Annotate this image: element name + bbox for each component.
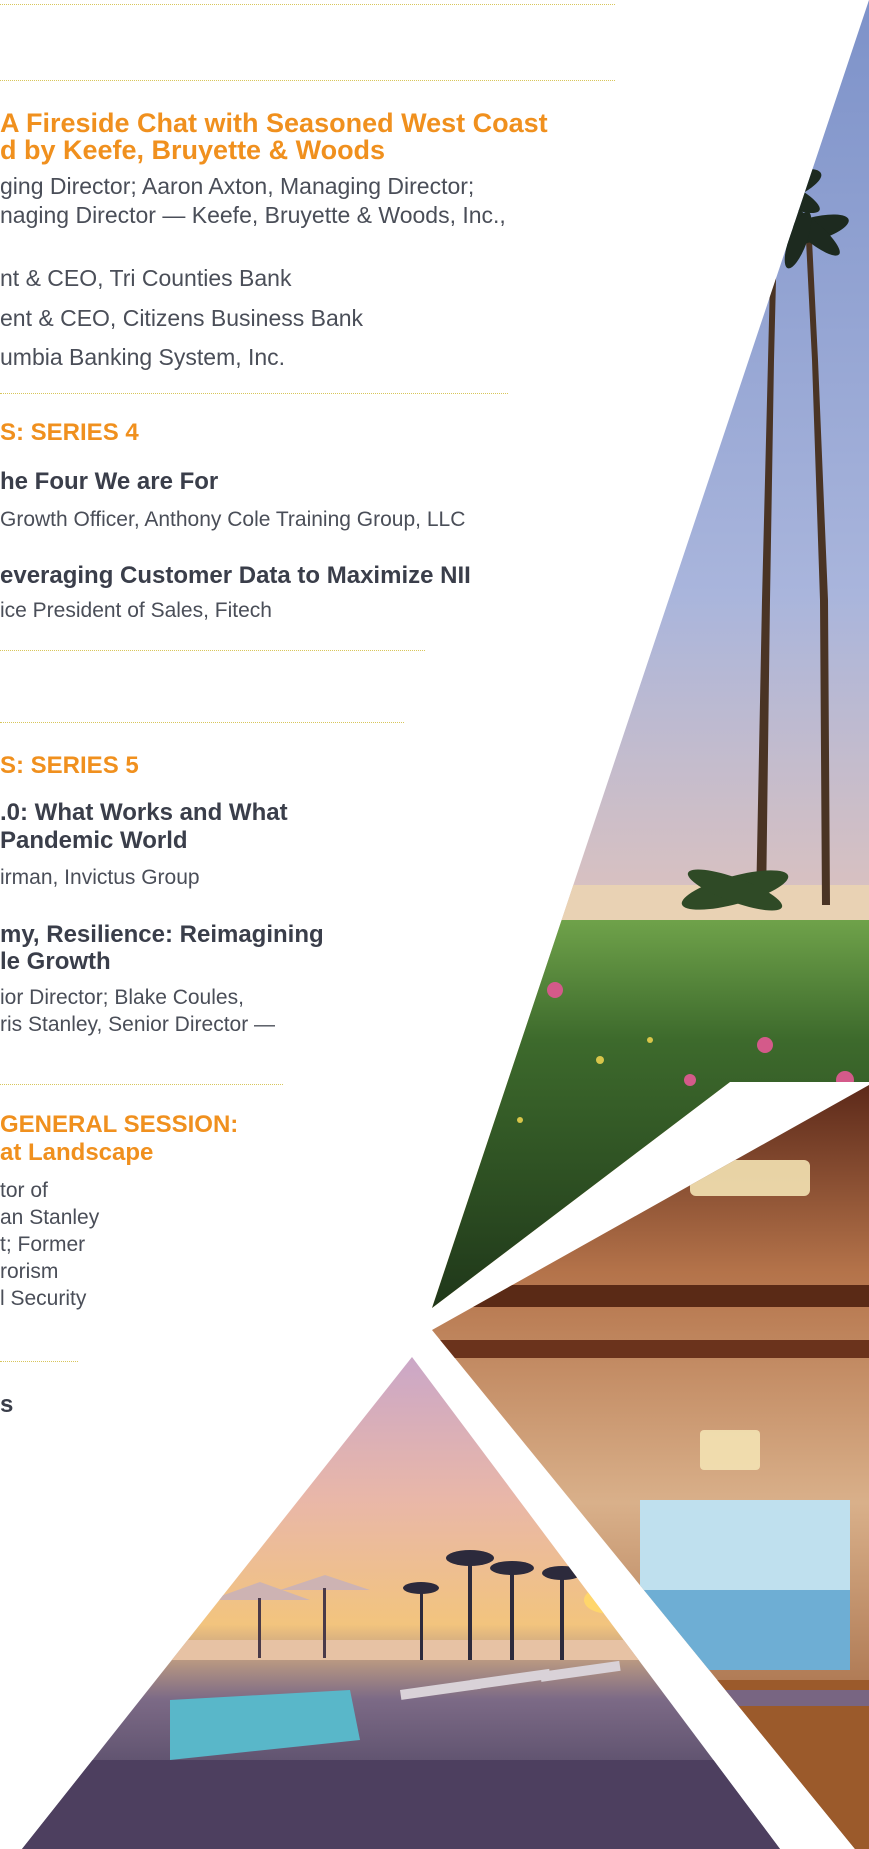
resort-photo-collage xyxy=(22,0,869,1849)
brochure-page: A Fireside Chat with Seasoned West Coast… xyxy=(0,0,869,1849)
